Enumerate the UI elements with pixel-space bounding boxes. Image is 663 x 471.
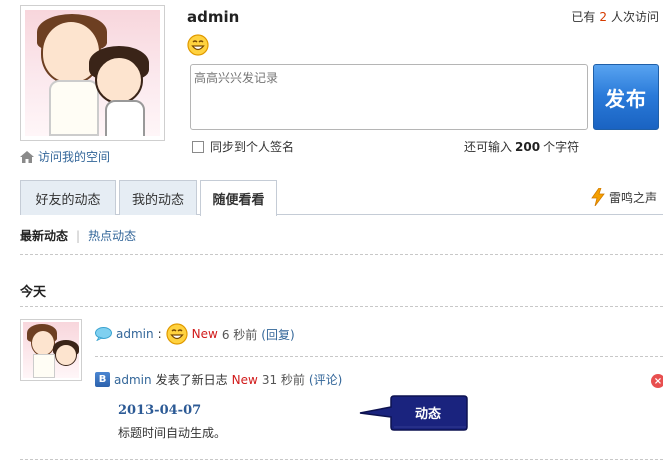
avatar-image bbox=[25, 10, 160, 136]
sync-signature-label: 同步到个人签名 bbox=[210, 140, 295, 154]
feed-blog-entry: B admin 发表了新日志 New 31 秒前 (评论) bbox=[95, 371, 342, 388]
feed-avatar[interactable] bbox=[20, 319, 82, 381]
publish-button[interactable]: 发布 bbox=[593, 64, 659, 130]
char-remaining: 还可输入 200 个字符 bbox=[464, 138, 579, 155]
visit-prefix: 已有 bbox=[571, 10, 596, 24]
feed-date-group: 今天 bbox=[20, 285, 47, 300]
home-icon bbox=[20, 150, 34, 163]
tabs-divider bbox=[20, 214, 663, 215]
feed-status-entry: admin : New 6 秒前 (回复) bbox=[95, 323, 295, 345]
reply-link[interactable]: (回复) bbox=[261, 326, 294, 343]
tab-friends-feed[interactable]: 好友的动态 bbox=[20, 180, 116, 215]
divider bbox=[95, 356, 663, 357]
thunder-voice-label: 雷鸣之声 bbox=[608, 190, 657, 205]
feed-user-link[interactable]: admin bbox=[116, 327, 154, 341]
tab-random-browse[interactable]: 随便看看 bbox=[200, 180, 277, 216]
lightning-icon bbox=[591, 188, 605, 206]
feed-avatar-image bbox=[23, 322, 79, 378]
sync-signature-option[interactable]: 同步到个人签名 bbox=[192, 138, 294, 155]
new-badge: New bbox=[231, 372, 258, 387]
new-badge: New bbox=[191, 327, 218, 341]
feed-subtabs: 最新动态 | 热点动态 bbox=[20, 227, 136, 244]
char-remaining-suffix: 个字符 bbox=[543, 140, 580, 154]
profile-username[interactable]: admin bbox=[187, 8, 239, 26]
blog-title-link[interactable]: 2013-04-07 bbox=[118, 403, 201, 418]
divider bbox=[20, 306, 663, 307]
thunder-voice-link[interactable]: 雷鸣之声 bbox=[590, 188, 657, 206]
sync-signature-checkbox[interactable] bbox=[192, 140, 204, 153]
char-remaining-prefix: 还可输入 bbox=[464, 140, 513, 154]
feed-timestamp: 6 秒前 bbox=[221, 327, 258, 342]
delete-icon[interactable]: × bbox=[651, 374, 663, 388]
blog-summary: 标题时间自动生成。 bbox=[118, 426, 227, 440]
divider bbox=[20, 459, 663, 460]
tab-my-feed[interactable]: 我的动态 bbox=[119, 180, 197, 215]
comment-link[interactable]: (评论) bbox=[309, 371, 342, 388]
smiley-icon[interactable] bbox=[187, 34, 209, 56]
visit-my-space-label: 访问我的空间 bbox=[38, 150, 111, 164]
feed-verb: 发表了新日志 bbox=[155, 373, 228, 387]
smiley-icon bbox=[166, 323, 188, 345]
subtab-latest[interactable]: 最新动态 bbox=[20, 227, 68, 244]
callout-label: 动态 bbox=[414, 407, 441, 422]
feed-timestamp: 31 秒前 bbox=[261, 373, 305, 387]
subtab-separator: | bbox=[76, 228, 81, 243]
visit-my-space-link[interactable]: 访问我的空间 bbox=[20, 148, 110, 165]
speech-bubble-icon bbox=[95, 327, 112, 341]
divider bbox=[20, 254, 663, 255]
visit-counter: 已有 2 人次访问 bbox=[571, 8, 659, 25]
blog-icon: B bbox=[95, 372, 110, 387]
status-input[interactable] bbox=[190, 64, 588, 130]
visit-count-number: 2 bbox=[599, 10, 607, 24]
subtab-hot[interactable]: 热点动态 bbox=[88, 227, 136, 244]
char-remaining-count: 200 bbox=[515, 140, 541, 154]
feed-user-link[interactable]: admin bbox=[114, 373, 152, 387]
feed-colon: : bbox=[157, 327, 162, 341]
profile-avatar[interactable] bbox=[20, 5, 165, 141]
visit-suffix: 人次访问 bbox=[610, 10, 659, 24]
